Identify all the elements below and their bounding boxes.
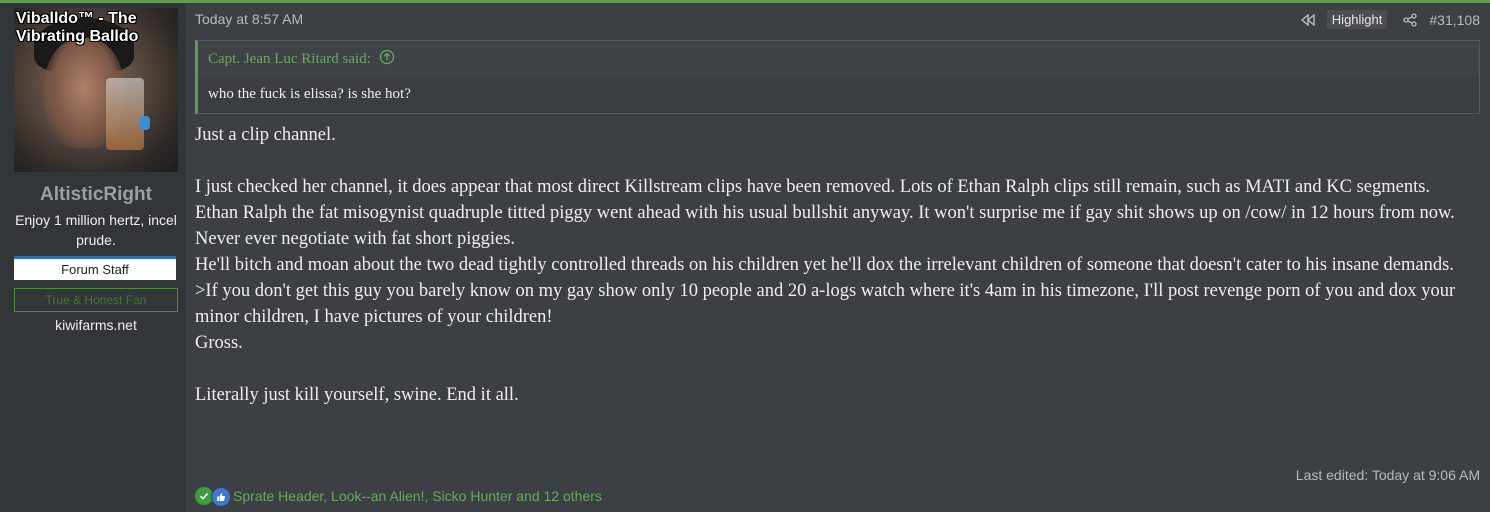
post-top-accent	[0, 0, 1490, 3]
forum-staff-banner: Forum Staff	[14, 256, 176, 280]
post-paragraph: Ethan Ralph the fat misogynist quadruple…	[195, 203, 1455, 249]
reactions-list[interactable]: Sprate Header, Look--an Alien!, Sicko Hu…	[233, 488, 602, 504]
user-title: Enjoy 1 million hertz, incel prude.	[15, 212, 177, 248]
highlight-button[interactable]: Highlight	[1326, 10, 1388, 29]
arrow-up-circle-icon[interactable]	[371, 49, 395, 70]
post-paragraph: I just checked her channel, it does appe…	[195, 177, 1431, 197]
reaction-icons	[195, 486, 231, 507]
quote-block: Capt. Jean Luc Ritard said: who the fuck…	[195, 40, 1480, 114]
post-body: Just a clip channel. I just checked her …	[195, 122, 1480, 408]
quote-text: who the fuck is elissa? is she hot?	[208, 86, 411, 102]
true-honest-fan-banner: True & Honest Fan	[14, 288, 178, 312]
post-paragraph: >If you don't get this guy you barely kn…	[195, 281, 1456, 327]
quote-author[interactable]: Capt. Jean Luc Ritard said:	[208, 51, 371, 68]
post-paragraph: Just a clip channel.	[195, 125, 336, 145]
post-actions: Highlight #31,108	[1299, 10, 1480, 29]
post-paragraph: He'll bitch and moan about the two dead …	[195, 255, 1454, 275]
post-timestamp[interactable]: Today at 8:57 AM	[195, 11, 303, 27]
avatar-ring	[140, 116, 150, 130]
rewind-icon[interactable]	[1299, 11, 1317, 29]
share-icon[interactable]	[1401, 11, 1419, 29]
user-site: kiwifarms.net	[55, 317, 137, 333]
avatar[interactable]: Viballdo™ - The Vibrating Balldo	[14, 8, 178, 172]
thumbs-up-icon	[211, 487, 231, 507]
post-paragraph: Gross.	[195, 333, 243, 353]
post-paragraph: Literally just kill yourself, swine. End…	[195, 385, 519, 405]
avatar-caption: Viballdo™ - The Vibrating Balldo	[16, 10, 139, 45]
username[interactable]: AltisticRight	[0, 184, 192, 206]
last-edited: Last edited: Today at 9:06 AM	[1295, 467, 1480, 483]
quote-header[interactable]: Capt. Jean Luc Ritard said:	[198, 41, 1479, 77]
avatar-glass	[106, 78, 144, 150]
reactions-bar[interactable]: Sprate Header, Look--an Alien!, Sicko Hu…	[195, 486, 602, 507]
post-number-link[interactable]: #31,108	[1429, 12, 1480, 28]
